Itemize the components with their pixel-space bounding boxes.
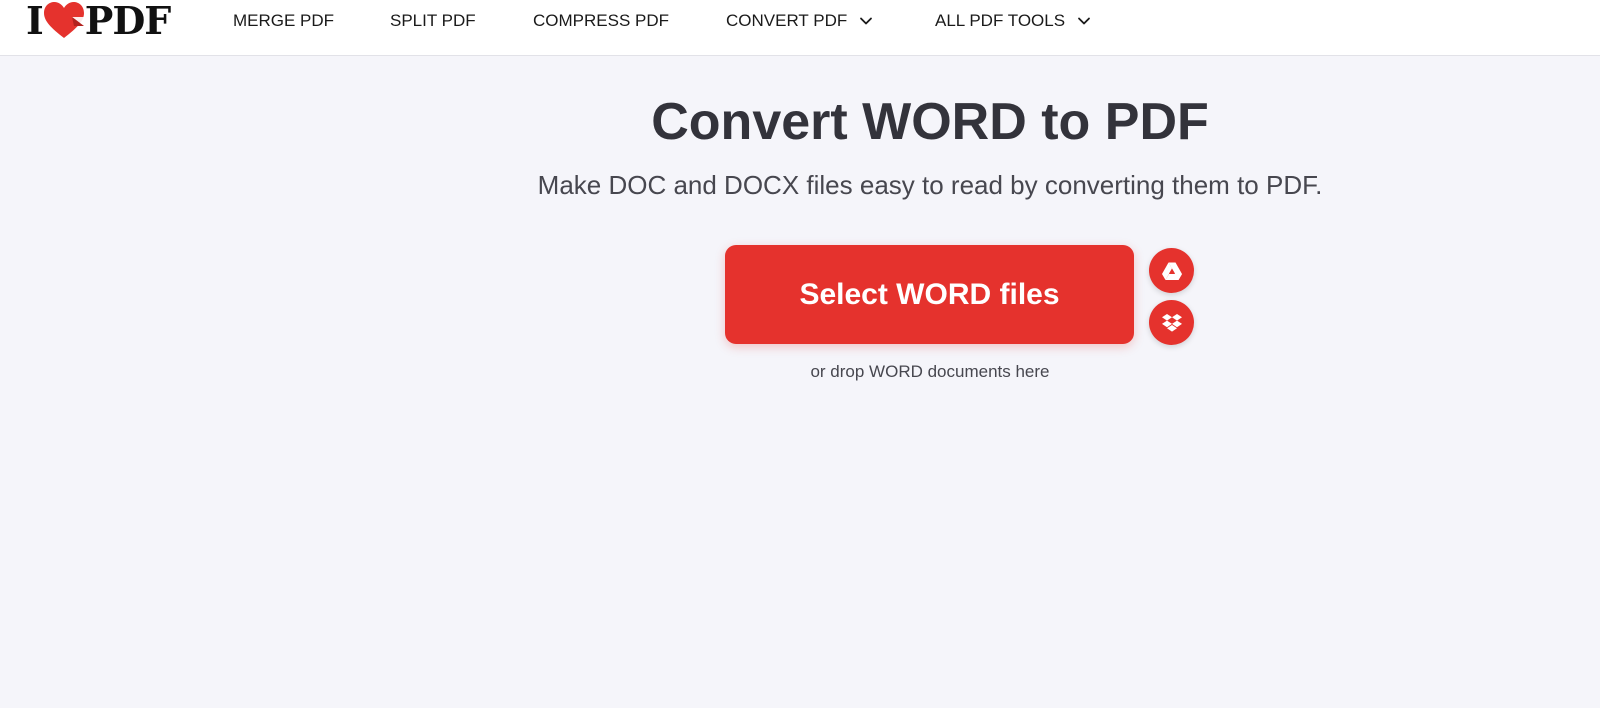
nav-split-pdf-label: SPLIT PDF [390,11,476,30]
dropbox-icon [1161,313,1182,332]
nav-all-pdf-tools-label: ALL PDF TOOLS [935,11,1066,30]
nav-convert-pdf-label: CONVERT PDF [726,11,848,30]
google-drive-button[interactable] [1149,248,1194,293]
page-title: Convert WORD to PDF [651,93,1209,151]
chevron-down-icon [860,17,873,25]
select-word-files-label: Select WORD files [799,277,1060,311]
nav-split-pdf[interactable]: SPLIT PDF [390,10,476,32]
page-subtitle: Make DOC and DOCX files easy to read by … [537,170,1323,200]
nav-compress-pdf-label: COMPRESS PDF [533,11,670,30]
nav-merge-pdf[interactable]: MERGE PDF [233,10,334,32]
nav-merge-pdf-label: MERGE PDF [233,11,335,30]
ilovepdf-logo[interactable]: I PDF [26,0,172,43]
google-drive-icon [1161,262,1182,280]
heart-logo-icon [43,2,84,38]
drop-files-hint: or drop WORD documents here [810,362,1050,381]
logo-text-pdf: PDF [84,0,172,43]
nav-compress-pdf[interactable]: COMPRESS PDF [533,10,669,32]
chevron-down-icon [1078,17,1090,25]
nav-all-pdf-tools[interactable]: ALL PDF TOOLS [935,10,1091,32]
dropbox-button[interactable] [1149,300,1194,345]
nav-convert-pdf[interactable]: CONVERT PDF [726,10,873,32]
select-word-files-button[interactable]: Select WORD files [725,245,1134,344]
top-navigation-bar: I PDF MERGE PDF SPLIT PDF COMPRESS PDF C… [0,0,1600,56]
